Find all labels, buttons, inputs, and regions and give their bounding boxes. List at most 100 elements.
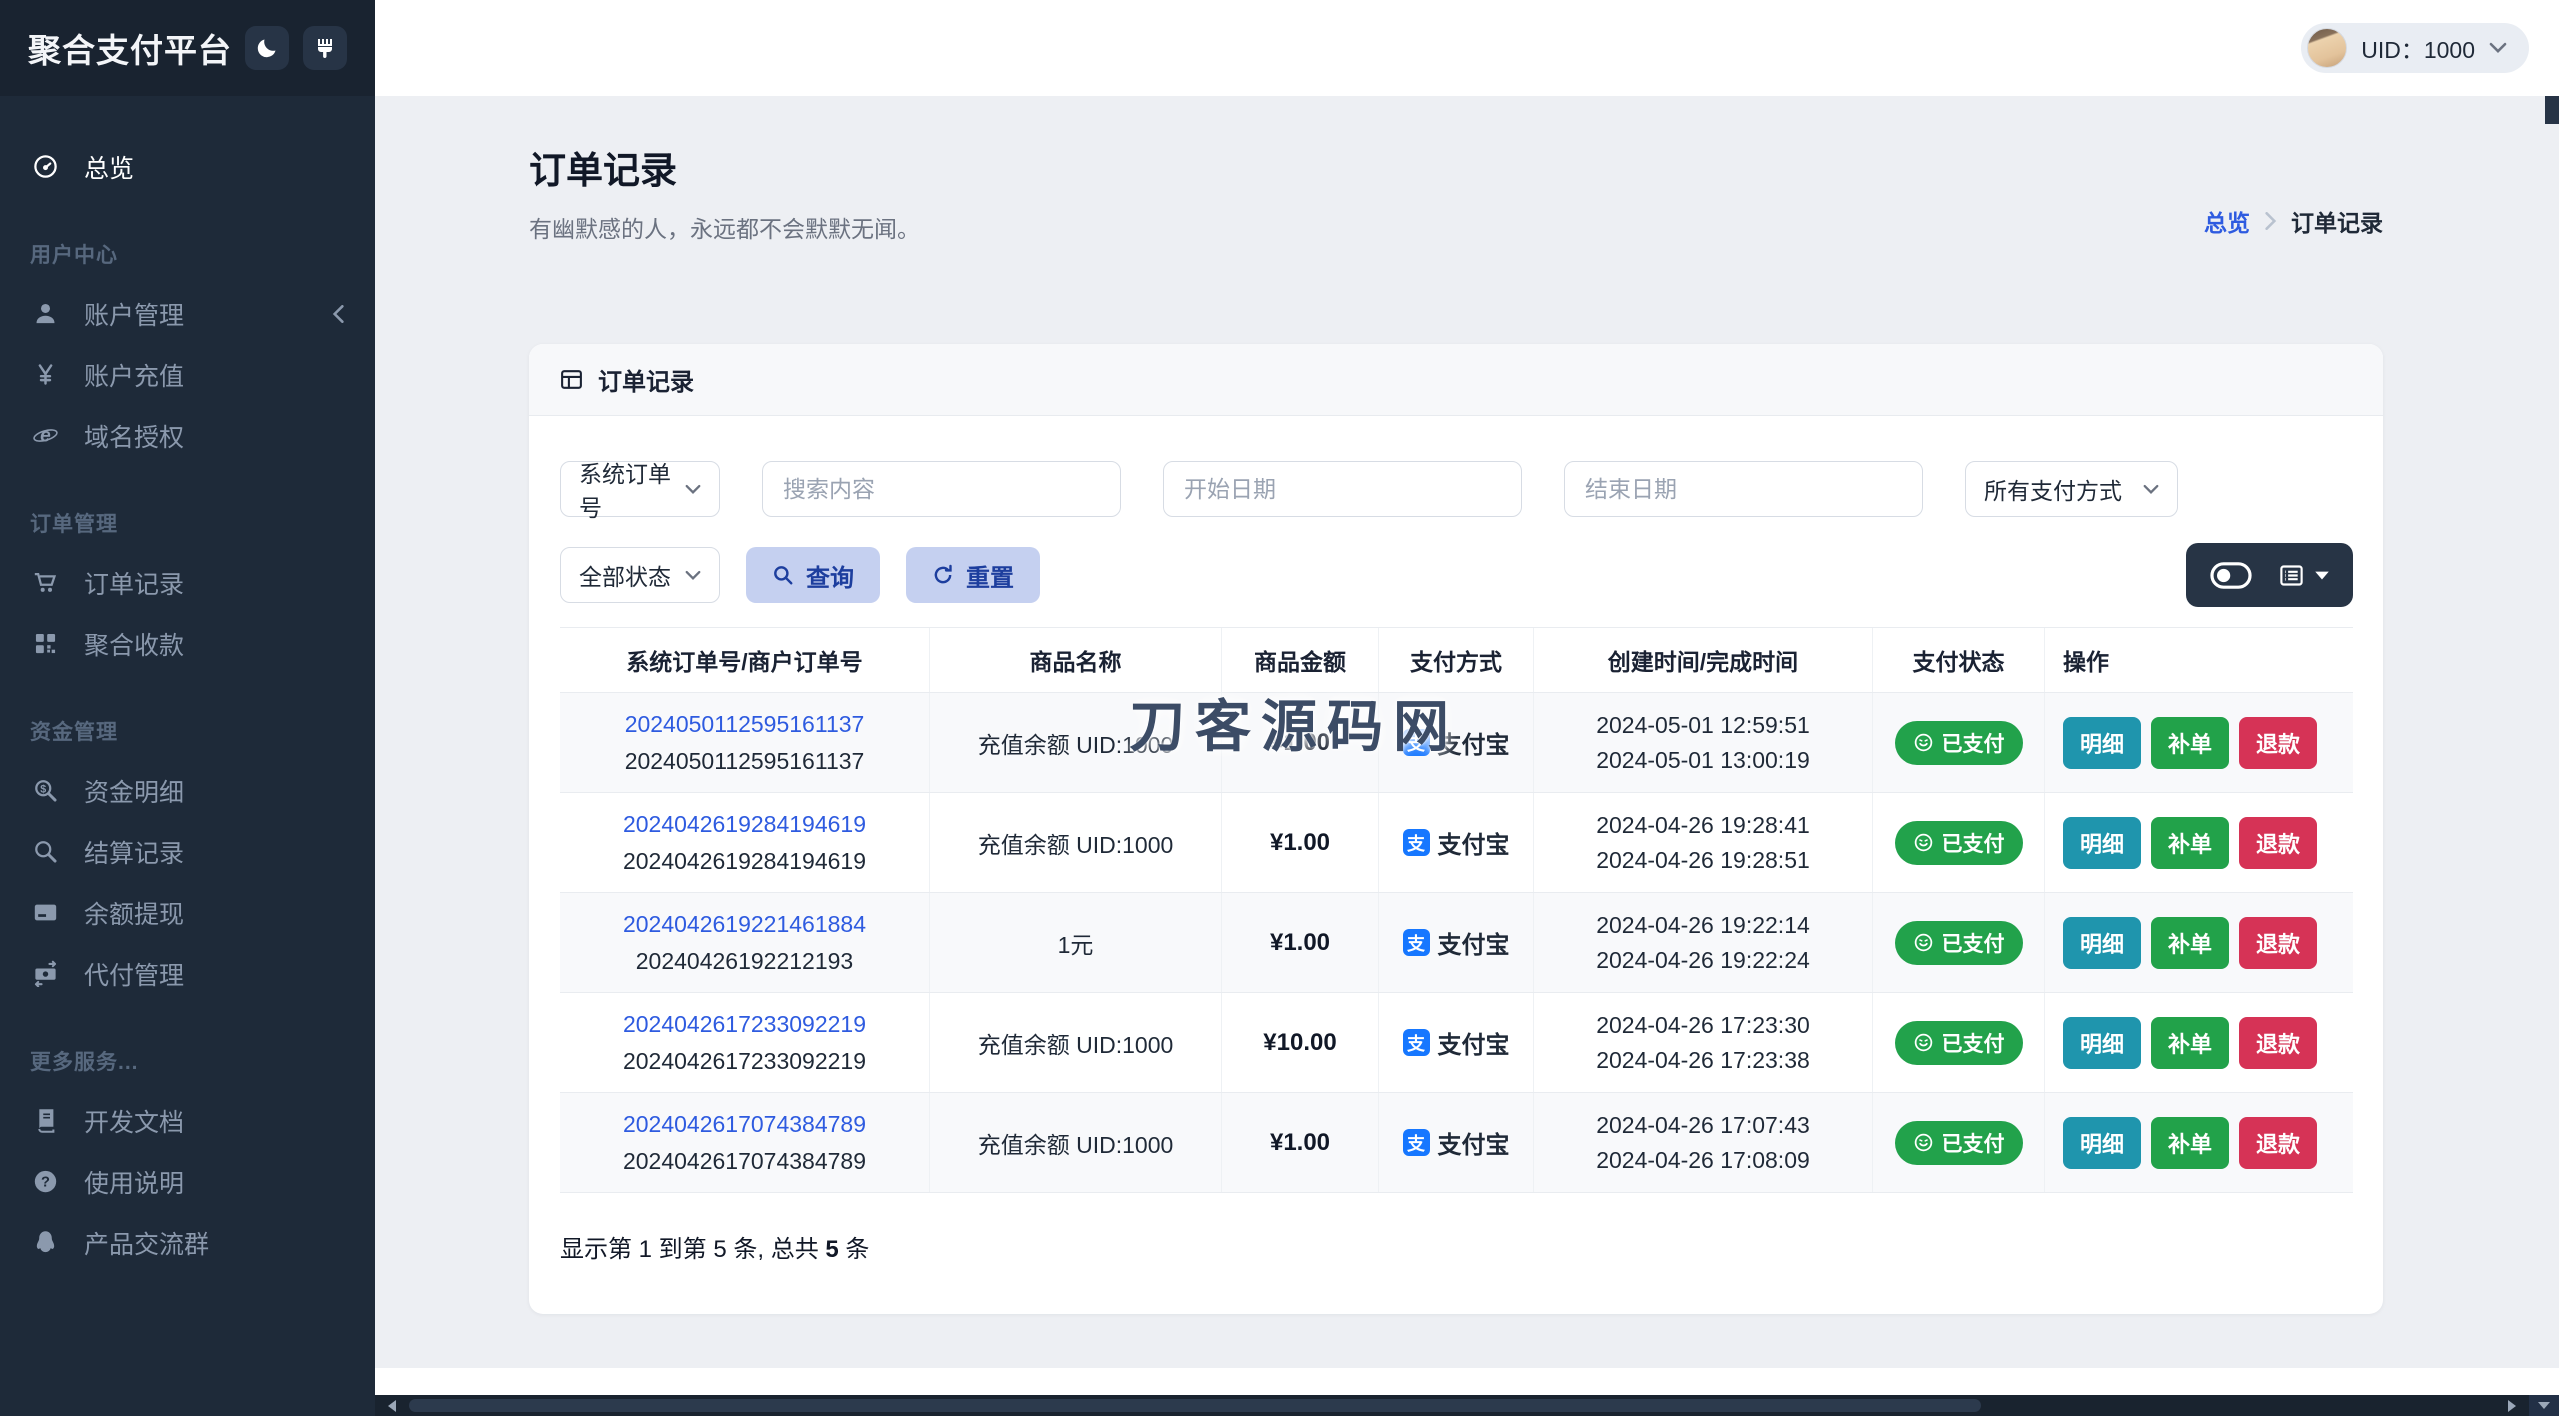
chevron-down-icon [685, 484, 701, 495]
card-body: 系统订单号 所有支付方式 全部状态 [529, 416, 2383, 1314]
sidebar-item-label: 账户管理 [84, 301, 185, 330]
refund-button[interactable]: 退款 [2239, 1016, 2318, 1069]
amount: ¥10.00 [1263, 1028, 1337, 1056]
theme-brush-button[interactable] [303, 26, 347, 70]
sidebar-section-label: 订单管理 [30, 513, 118, 536]
sidebar-menu: 总览 用户中心 账户管理 账户充值 e 域名授权 订单管理 订单记录 聚合收款 资金管理 $ 资金明细… [0, 96, 375, 1293]
merchant-order-number: 2024042617074384789 [622, 1147, 867, 1174]
cart-icon [30, 568, 60, 598]
scroll-left-arrow-icon[interactable] [381, 1395, 403, 1416]
globe-icon: e [30, 421, 60, 451]
sidebar-item[interactable]: 代付管理 [0, 943, 375, 1004]
sidebar-item[interactable]: 聚合收款 [0, 613, 375, 674]
query-button[interactable]: 查询 [746, 547, 880, 603]
table-icon [559, 367, 584, 392]
status-select[interactable]: 全部状态 [560, 547, 720, 603]
search-icon [772, 564, 794, 586]
avatar [2307, 28, 2348, 68]
qq-icon [30, 1228, 60, 1258]
col-header: 操作 [2063, 649, 2109, 675]
completed-time: 2024-04-26 17:23:38 [1596, 1046, 1810, 1073]
scrollbar-thumb[interactable] [409, 1399, 1982, 1412]
search-dollar-icon: $ [30, 776, 60, 806]
sidebar-item[interactable]: 总览 [0, 136, 375, 197]
smile-icon [1913, 1132, 1934, 1153]
pay-method-select[interactable]: 所有支付方式 [1965, 461, 2178, 517]
detail-button[interactable]: 明细 [2063, 816, 2142, 869]
user-menu[interactable]: UID：1000 [2301, 23, 2529, 73]
columns-dropdown-button[interactable] [2278, 562, 2329, 589]
supplement-order-button[interactable]: 补单 [2151, 716, 2230, 769]
page-title: 订单记录 [529, 150, 677, 191]
merchant-order-number: 2024042619284194619 [622, 847, 867, 874]
start-date-input[interactable] [1163, 461, 1522, 517]
filters-row-1: 系统订单号 所有支付方式 [560, 461, 2353, 521]
system-order-link[interactable]: 2024050112595161137 [625, 711, 865, 738]
completed-time: 2024-04-26 19:22:24 [1596, 946, 1810, 973]
dark-mode-button[interactable] [245, 26, 289, 70]
created-time: 2024-04-26 17:07:43 [1596, 1111, 1810, 1138]
merchant-order-number: 2024042617233092219 [622, 1047, 867, 1074]
query-button-label: 查询 [806, 564, 854, 592]
sidebar-item[interactable]: 余额提现 [0, 882, 375, 943]
reset-button[interactable]: 重置 [906, 547, 1040, 603]
system-order-link[interactable]: 2024042619284194619 [623, 811, 866, 838]
refund-button[interactable]: 退款 [2239, 1116, 2318, 1169]
sidebar-item-label: 产品交流群 [84, 1230, 210, 1259]
sidebar-header: 聚合支付平台 [0, 0, 375, 96]
sidebar-item[interactable]: 结算记录 [0, 821, 375, 882]
sidebar-item[interactable]: e 域名授权 [0, 405, 375, 466]
sidebar-item[interactable]: $ 资金明细 [0, 760, 375, 821]
detail-button[interactable]: 明细 [2063, 716, 2142, 769]
sidebar-item[interactable]: 账户管理 [0, 283, 375, 344]
system-order-link[interactable]: 2024042619221461884 [623, 911, 866, 938]
detail-button[interactable]: 明细 [2063, 1116, 2142, 1169]
sidebar-item-label: 账户充值 [84, 362, 185, 391]
sidebar-item[interactable]: 订单记录 [0, 552, 375, 613]
question-icon: ? [30, 1167, 60, 1197]
sidebar-item-label: 订单记录 [84, 570, 185, 599]
sidebar-item-label: 总览 [84, 154, 135, 183]
supplement-order-button[interactable]: 补单 [2151, 1016, 2230, 1069]
transfer-icon [30, 959, 60, 989]
detail-button[interactable]: 明细 [2063, 1016, 2142, 1069]
sidebar-item[interactable]: 产品交流群 [0, 1212, 375, 1273]
scroll-right-arrow-icon[interactable] [2501, 1395, 2523, 1416]
orders-table: 系统订单号/商户订单号 商品名称 商品金额 支付方式 创建时间/完成时间 支付状… [560, 627, 2353, 1193]
brush-icon [313, 36, 337, 60]
supplement-order-button[interactable]: 补单 [2151, 1116, 2230, 1169]
vertical-scrollbar-notch[interactable] [2545, 96, 2559, 124]
payment-method-label: 支付宝 [1437, 832, 1510, 859]
sidebar-item[interactable]: 账户充值 [0, 344, 375, 405]
sidebar-item-label: 开发文档 [84, 1108, 185, 1137]
toggle-switch[interactable] [2210, 561, 2252, 589]
system-order-link[interactable]: 2024042617233092219 [623, 1011, 866, 1038]
horizontal-scrollbar[interactable] [375, 1395, 2559, 1416]
chevron-down-icon [2489, 42, 2507, 54]
supplement-order-button[interactable]: 补单 [2151, 816, 2230, 869]
system-order-link[interactable]: 2024042617074384789 [623, 1111, 866, 1138]
breadcrumb-current: 订单记录 [2291, 210, 2383, 236]
payment-method-label: 支付宝 [1437, 1132, 1510, 1159]
end-date-input[interactable] [1564, 461, 1923, 517]
scroll-corner-icon[interactable] [2529, 1395, 2559, 1416]
sidebar-item[interactable]: 开发文档 [0, 1090, 375, 1151]
status-label: 已支付 [1941, 832, 2005, 856]
refund-button[interactable]: 退款 [2239, 816, 2318, 869]
search-input[interactable] [762, 461, 1121, 517]
alipay-icon: 支 [1402, 729, 1430, 756]
refund-button[interactable]: 退款 [2239, 916, 2318, 969]
detail-button[interactable]: 明细 [2063, 916, 2142, 969]
supplement-order-button[interactable]: 补单 [2151, 916, 2230, 969]
status-badge: 已支付 [1894, 720, 2023, 765]
refund-button[interactable]: 退款 [2239, 716, 2318, 769]
order-field-select[interactable]: 系统订单号 [560, 461, 720, 521]
sidebar: 聚合支付平台 总览 用户中心 账户管理 账户充值 e 域名授权 订单管理 订单记录 聚合收款 资金… [0, 0, 375, 1416]
refresh-icon [932, 564, 954, 586]
reset-button-label: 重置 [966, 564, 1014, 592]
sidebar-item[interactable]: ? 使用说明 [0, 1151, 375, 1212]
sidebar-item-label: 资金明细 [84, 778, 185, 807]
breadcrumb-home-link[interactable]: 总览 [2204, 204, 2250, 238]
completed-time: 2024-04-26 17:08:09 [1596, 1146, 1810, 1173]
topbar: UID：1000 [375, 0, 2559, 96]
